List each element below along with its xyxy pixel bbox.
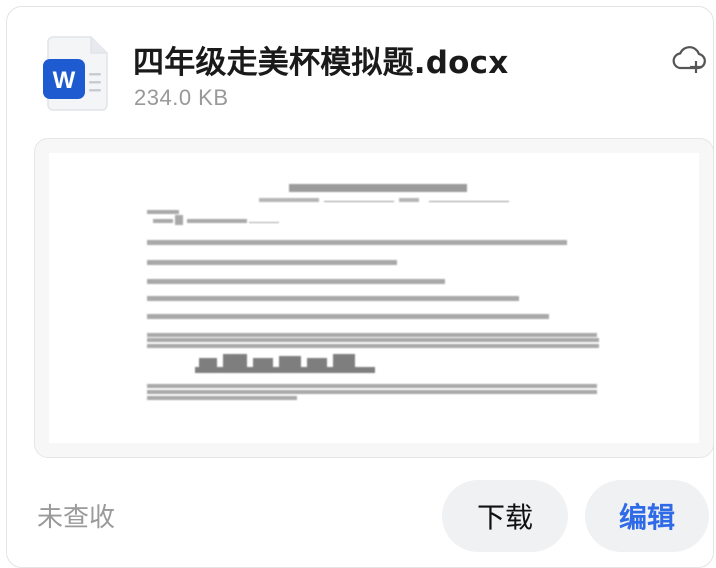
edit-button[interactable]: 编辑	[585, 480, 709, 552]
blurred-document-content	[147, 184, 599, 400]
file-name: 四年级走美杯模拟题.docx	[133, 45, 509, 81]
word-document-icon: W	[43, 36, 108, 111]
cloud-add-icon[interactable]	[671, 43, 707, 75]
download-button[interactable]: 下载	[442, 480, 568, 552]
file-size: 234.0 KB	[134, 85, 229, 110]
file-card: W 四年级走美杯模拟题.docx 234.0 KB 未查收 下载 编辑	[6, 6, 714, 568]
document-page-thumbnail	[49, 153, 699, 443]
document-preview[interactable]	[34, 138, 714, 458]
status-label: 未查收	[37, 503, 116, 533]
word-letter: W	[53, 67, 76, 94]
